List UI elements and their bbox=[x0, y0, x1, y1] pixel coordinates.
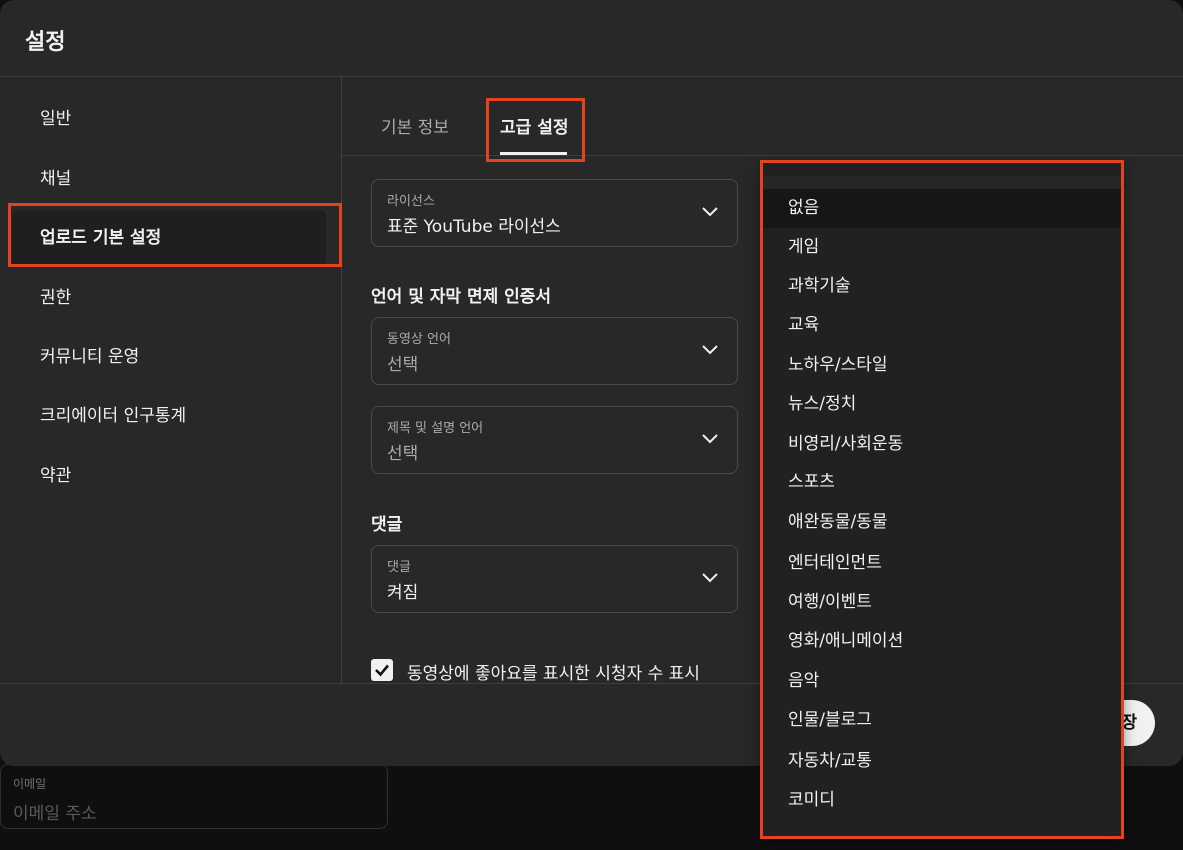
dropdown-item[interactable]: 인물/블로그 bbox=[763, 701, 1121, 740]
sidebar-divider bbox=[341, 77, 342, 683]
license-select[interactable]: 라이선스 표준 YouTube 라이선스 bbox=[371, 179, 738, 247]
comments-label: 댓글 bbox=[387, 560, 411, 575]
dropdown-item[interactable]: 과학기술 bbox=[763, 267, 1121, 306]
tab-basic-info[interactable]: 기본 정보 bbox=[381, 113, 449, 138]
dropdown-item[interactable]: 엔터테인먼트 bbox=[763, 544, 1121, 583]
sidebar-item-upload-defaults[interactable]: 업로드 기본 설정 bbox=[12, 210, 326, 266]
dropdown-item[interactable]: 자동차/교통 bbox=[763, 742, 1121, 781]
dropdown-item[interactable]: 영화/애니메이션 bbox=[763, 622, 1121, 661]
dropdown-item[interactable]: 노하우/스타일 bbox=[763, 346, 1121, 385]
chevron-down-icon bbox=[702, 345, 718, 355]
license-value: 표준 YouTube 라이선스 bbox=[387, 217, 561, 237]
dropdown-item[interactable]: 비영리/사회운동 bbox=[763, 425, 1121, 464]
dropdown-item[interactable]: 스포츠 bbox=[763, 463, 1121, 502]
tab-divider bbox=[342, 155, 1183, 156]
dropdown-item[interactable]: 음악 bbox=[763, 662, 1121, 701]
video-language-label: 동영상 언어 bbox=[387, 332, 451, 347]
comments-select[interactable]: 댓글 켜짐 bbox=[371, 545, 738, 613]
title-description-language-value: 선택 bbox=[387, 444, 419, 464]
chevron-down-icon bbox=[702, 573, 718, 583]
show-likes-label: 동영상에 좋아요를 표시한 시청자 수 표시 bbox=[407, 664, 700, 684]
video-language-select[interactable]: 동영상 언어 선택 bbox=[371, 317, 738, 385]
title-description-language-select[interactable]: 제목 및 설명 언어 선택 bbox=[371, 406, 738, 474]
sidebar-item-general[interactable]: 일반 bbox=[12, 91, 326, 147]
header-divider bbox=[0, 76, 1183, 77]
sidebar-item-channel[interactable]: 채널 bbox=[12, 151, 326, 207]
dropdown-item[interactable]: 코미디 bbox=[763, 781, 1121, 820]
category-dropdown: 없음 게임 과학기술 교육 노하우/스타일 뉴스/정치 비영리/사회운동 스포츠… bbox=[763, 162, 1121, 837]
sidebar-item-permissions[interactable]: 권한 bbox=[12, 270, 326, 326]
email-field[interactable]: 이메일 이메일 주소 bbox=[0, 764, 388, 829]
checkmark-icon bbox=[375, 664, 389, 677]
comments-section-title: 댓글 bbox=[371, 515, 403, 535]
comments-value: 켜짐 bbox=[387, 583, 419, 603]
email-field-label: 이메일 bbox=[13, 777, 47, 791]
sidebar-item-terms[interactable]: 약관 bbox=[12, 448, 326, 504]
video-language-value: 선택 bbox=[387, 355, 419, 375]
dropdown-item[interactable]: 애완동물/동물 bbox=[763, 503, 1121, 542]
dropdown-item[interactable]: 없음 bbox=[763, 189, 1121, 228]
dropdown-item[interactable]: 뉴스/정치 bbox=[763, 385, 1121, 424]
license-label: 라이선스 bbox=[387, 194, 435, 209]
title-description-language-label: 제목 및 설명 언어 bbox=[387, 421, 484, 436]
email-field-placeholder: 이메일 주소 bbox=[13, 804, 97, 824]
sidebar-item-community[interactable]: 커뮤니티 운영 bbox=[12, 329, 326, 385]
tab-advanced-settings[interactable]: 고급 설정 bbox=[500, 113, 568, 138]
dropdown-item[interactable]: 게임 bbox=[763, 228, 1121, 267]
show-likes-checkbox[interactable] bbox=[371, 659, 393, 681]
language-section-title: 언어 및 자막 면제 인증서 bbox=[371, 287, 552, 307]
chevron-down-icon bbox=[702, 207, 718, 217]
sidebar-item-creator-demographics[interactable]: 크리에이터 인구통계 bbox=[12, 388, 326, 444]
chevron-down-icon bbox=[702, 434, 718, 444]
dialog-title: 설정 bbox=[25, 30, 66, 55]
dropdown-item[interactable]: 여행/이벤트 bbox=[763, 583, 1121, 622]
dropdown-item[interactable]: 교육 bbox=[763, 306, 1121, 345]
